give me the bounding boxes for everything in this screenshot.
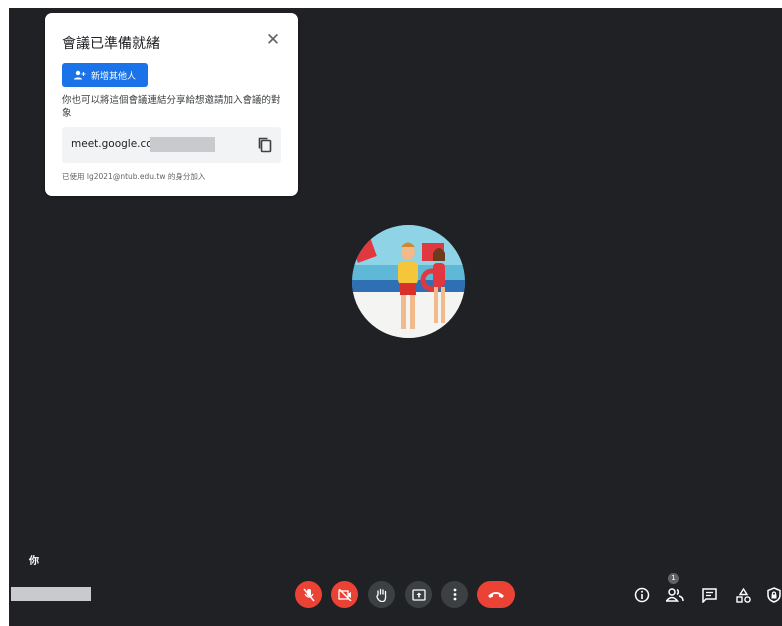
redacted-link-code	[150, 137, 215, 152]
people-button[interactable]	[665, 585, 685, 605]
info-icon	[634, 587, 650, 603]
meeting-details-button[interactable]	[632, 585, 652, 605]
hang-up-icon	[488, 592, 504, 598]
meeting-stage: 會議已準備就緒 ✕ 新增其他人 你也可以將這個會議連結分享給想邀請加入會議的對象…	[9, 8, 782, 626]
raise-hand-icon	[376, 588, 387, 602]
participant-avatar	[352, 225, 465, 338]
meeting-link-box: meet.google.com	[62, 127, 281, 163]
mic-off-icon	[302, 588, 315, 601]
more-options-icon	[453, 588, 456, 601]
people-icon	[666, 588, 684, 602]
chat-button[interactable]	[699, 585, 719, 605]
close-icon[interactable]: ✕	[264, 31, 282, 49]
meeting-ready-popup: 會議已準備就緒 ✕ 新增其他人 你也可以將這個會議連結分享給想邀請加入會議的對象…	[45, 13, 298, 196]
add-others-button[interactable]: 新增其他人	[62, 63, 148, 87]
activities-icon	[735, 587, 751, 603]
mic-toggle-button[interactable]	[295, 581, 322, 608]
leave-call-button[interactable]	[477, 581, 515, 608]
popup-title: 會議已準備就緒	[62, 36, 160, 52]
copy-icon[interactable]	[257, 136, 273, 154]
present-screen-icon	[411, 588, 426, 601]
host-controls-button[interactable]	[764, 585, 782, 605]
camera-off-icon	[337, 588, 351, 601]
share-description: 你也可以將這個會議連結分享給想邀請加入會議的對象	[62, 95, 281, 119]
redacted-meeting-code	[11, 587, 91, 601]
camera-toggle-button[interactable]	[331, 581, 358, 608]
more-options-button[interactable]	[441, 581, 468, 608]
joined-as-text: 已使用 lg2021@ntub.edu.tw 的身分加入	[62, 172, 206, 181]
add-others-label: 新增其他人	[90, 71, 136, 82]
host-controls-icon	[767, 587, 781, 603]
participant-count-badge: 1	[668, 573, 679, 584]
present-screen-button[interactable]	[405, 581, 432, 608]
self-name-label: 你	[29, 556, 39, 567]
raise-hand-button[interactable]	[368, 581, 395, 608]
chat-icon	[701, 587, 717, 603]
activities-button[interactable]	[733, 585, 753, 605]
person-add-icon	[73, 70, 86, 80]
